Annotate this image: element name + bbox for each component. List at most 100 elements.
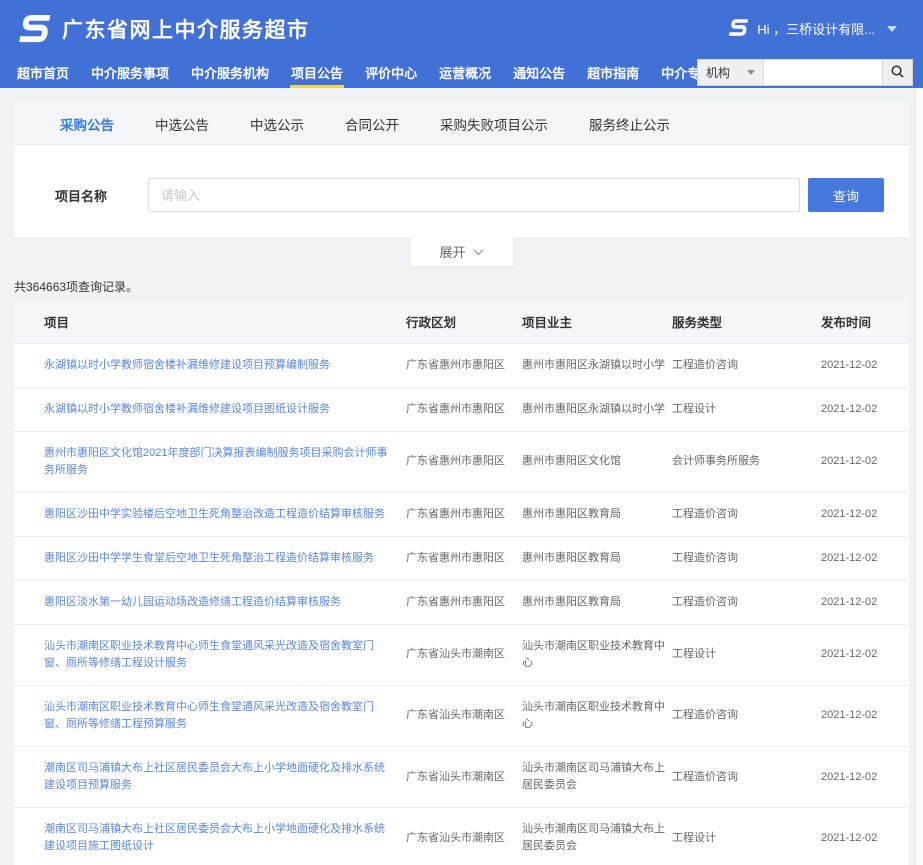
table-row: 惠阳区沙田中学学生食堂后空地卫生死角整治工程造价结算审核服务广东省惠州市惠阳区惠… (14, 536, 909, 580)
cell-region: 广东省惠州市惠阳区 (406, 580, 522, 624)
project-link[interactable]: 惠阳区淡水第一幼儿园运动场改造修缮工程造价结算审核服务 (44, 596, 341, 608)
tab-1[interactable]: 采购公告 (60, 114, 114, 134)
column-header-owner: 项目业主 (522, 301, 672, 343)
tab-5[interactable]: 采购失败项目公示 (440, 114, 548, 134)
nav-item-3[interactable]: 中介服务机构 (180, 57, 280, 88)
project-link[interactable]: 潮南区司马浦镇大布上社区居民委员会大布上小学地面硬化及排水系统建设项目施工图纸设… (44, 823, 385, 852)
project-name-label: 项目名称 (55, 186, 148, 205)
org-search-button[interactable] (882, 60, 912, 85)
table-row: 永湖镇以时小学教师宿舍楼补漏维修建设项目图纸设计服务广东省惠州市惠阳区惠州市惠阳… (14, 387, 909, 431)
cell-owner: 汕头市潮南区司马浦镇大布上居民委员会 (522, 808, 672, 865)
cell-type: 工程造价咨询 (672, 747, 821, 808)
cell-type: 工程设计 (672, 808, 821, 865)
cell-project: 汕头市潮南区职业技术教育中心师生食堂通风采光改造及宿舍教室门窗、厕所等修缮工程设… (14, 624, 406, 685)
cell-region: 广东省汕头市潮南区 (406, 808, 522, 865)
table-row: 潮南区司马浦镇大布上社区居民委员会大布上小学地面硬化及排水系统建设项目施工图纸设… (14, 808, 909, 865)
query-button[interactable]: 查询 (808, 178, 884, 212)
results-summary: 共364663项查询记录。 (14, 278, 909, 295)
announcement-tabs: 采购公告 中选公告 中选公示 合同公开 采购失败项目公示 服务终止公示 (14, 103, 909, 145)
table-row: 惠阳区淡水第一幼儿园运动场改造修缮工程造价结算审核服务 广东省惠州市惠阳区惠州市惠… (14, 580, 909, 624)
column-header-project: 项目 (14, 301, 406, 343)
project-link[interactable]: 永湖镇以时小学教师宿舍楼补漏维修建设项目图纸设计服务 (44, 403, 330, 415)
search-category-value: 机构 (706, 64, 730, 81)
tab-3[interactable]: 中选公示 (250, 114, 304, 134)
nav-item-8[interactable]: 超市指南 (576, 57, 650, 88)
table-row: 潮南区司马浦镇大布上社区居民委员会大布上小学地面硬化及排水系统建设项目预算服务广… (14, 747, 909, 808)
scrollbar[interactable] (915, 88, 923, 865)
chevron-down-icon (473, 244, 484, 259)
cell-owner: 惠州市惠阳区永湖镇以时小学 (522, 343, 672, 387)
nav-item-6[interactable]: 运营概况 (428, 57, 502, 88)
cell-type: 会计师事务所服务 (672, 431, 821, 492)
tab-2[interactable]: 中选公告 (155, 114, 209, 134)
expand-button[interactable]: 展开 (410, 237, 514, 267)
cell-region: 广东省汕头市潮南区 (406, 747, 522, 808)
cell-region: 广东省汕头市潮南区 (406, 624, 522, 685)
user-menu[interactable]: Hi ，三桥设计有限... (727, 0, 897, 57)
project-link[interactable]: 惠阳区沙田中学学生食堂后空地卫生死角整治工程造价结算审核服务 (44, 552, 374, 564)
column-header-region: 行政区划 (406, 301, 522, 343)
cell-date: 2021-12-02 (821, 431, 909, 492)
site-title: 广东省网上中介服务超市 (62, 14, 310, 44)
project-link[interactable]: 惠阳区沙田中学实验楼后空地卫生死角整治改造工程造价结算审核服务 (44, 508, 385, 520)
nav-item-4[interactable]: 项目公告 (280, 57, 354, 88)
cell-project: 汕头市潮南区职业技术教育中心师生食堂通风采光改造及宿舍教室门窗、厕所等修缮工程预… (14, 685, 406, 746)
cell-date: 2021-12-02 (821, 343, 909, 387)
cell-date: 2021-12-02 (821, 685, 909, 746)
project-name-input[interactable] (148, 178, 800, 212)
results-card: 项目 行政区划 项目业主 服务类型 发布时间 永湖镇以时小学教师宿舍楼补漏维修建… (14, 301, 909, 865)
main-nav-bar: 超市首页中介服务事项中介服务机构项目公告评价中心运营概况通知公告超市指南中介专属… (0, 57, 923, 88)
table-row: 汕头市潮南区职业技术教育中心师生食堂通风采光改造及宿舍教室门窗、厕所等修缮工程预… (14, 685, 909, 746)
cell-type: 工程造价咨询 (672, 492, 821, 536)
cell-owner: 汕头市潮南区职业技术教育中心 (522, 685, 672, 746)
expand-label: 展开 (439, 242, 465, 261)
cell-owner: 惠州市惠阳区文化馆 (522, 431, 672, 492)
project-link[interactable]: 潮南区司马浦镇大布上社区居民委员会大布上小学地面硬化及排水系统建设项目预算服务 (44, 762, 385, 791)
tab-6[interactable]: 服务终止公示 (589, 114, 670, 134)
user-logo-icon (727, 18, 749, 40)
cell-project: 潮南区司马浦镇大布上社区居民委员会大布上小学地面硬化及排水系统建设项目预算服务 (14, 747, 406, 808)
top-header: 广东省网上中介服务超市 Hi ，三桥设计有限... (0, 0, 923, 57)
cell-project: 惠阳区沙田中学实验楼后空地卫生死角整治改造工程造价结算审核服务 (14, 492, 406, 536)
cell-region: 广东省汕头市潮南区 (406, 685, 522, 746)
cell-owner: 惠州市惠阳区教育局 (522, 492, 672, 536)
site-brand[interactable]: 广东省网上中介服务超市 (16, 13, 310, 44)
cell-region: 广东省惠州市惠阳区 (406, 431, 522, 492)
results-table: 项目 行政区划 项目业主 服务类型 发布时间 永湖镇以时小学教师宿舍楼补漏维修建… (14, 301, 909, 865)
filter-row: 项目名称 查询 (14, 145, 909, 237)
nav-item-7[interactable]: 通知公告 (502, 57, 576, 88)
column-header-type: 服务类型 (672, 301, 821, 343)
table-row: 汕头市潮南区职业技术教育中心师生食堂通风采光改造及宿舍教室门窗、厕所等修缮工程设… (14, 624, 909, 685)
cell-project: 永湖镇以时小学教师宿舍楼补漏维修建设项目图纸设计服务 (14, 387, 406, 431)
cell-date: 2021-12-02 (821, 536, 909, 580)
cell-region: 广东省惠州市惠阳区 (406, 343, 522, 387)
project-link[interactable]: 惠州市惠阳区文化馆2021年度部门决算报表编制服务项目采购会计师事务所服务 (44, 447, 387, 476)
expand-wrap: 展开 (14, 237, 909, 267)
cell-date: 2021-12-02 (821, 580, 909, 624)
cell-owner: 汕头市潮南区职业技术教育中心 (522, 624, 672, 685)
cell-date: 2021-12-02 (821, 747, 909, 808)
cell-date: 2021-12-02 (821, 624, 909, 685)
column-header-date: 发布时间 (821, 301, 909, 343)
project-link[interactable]: 永湖镇以时小学教师宿舍楼补漏维修建设项目预算编制服务 (44, 359, 330, 371)
cell-type: 工程设计 (672, 624, 821, 685)
table-header-row: 项目 行政区划 项目业主 服务类型 发布时间 (14, 301, 909, 343)
org-search-input[interactable] (764, 60, 882, 85)
nav-item-2[interactable]: 中介服务事项 (80, 57, 180, 88)
cell-project: 惠阳区沙田中学学生食堂后空地卫生死角整治工程造价结算审核服务 (14, 536, 406, 580)
search-category-select[interactable]: 机构 (698, 60, 764, 85)
table-row: 惠阳区沙田中学实验楼后空地卫生死角整治改造工程造价结算审核服务广东省惠州市惠阳区… (14, 492, 909, 536)
cell-owner: 惠州市惠阳区教育局 (522, 580, 672, 624)
user-greeting: Hi ，三桥设计有限... (757, 19, 875, 38)
project-link[interactable]: 汕头市潮南区职业技术教育中心师生食堂通风采光改造及宿舍教室门窗、厕所等修缮工程预… (44, 701, 374, 730)
nav-item-5[interactable]: 评价中心 (354, 57, 428, 88)
cell-project: 惠州市惠阳区文化馆2021年度部门决算报表编制服务项目采购会计师事务所服务 (14, 431, 406, 492)
cell-date: 2021-12-02 (821, 387, 909, 431)
tab-4[interactable]: 合同公开 (345, 114, 399, 134)
cell-region: 广东省惠州市惠阳区 (406, 536, 522, 580)
cell-owner: 惠州市惠阳区永湖镇以时小学 (522, 387, 672, 431)
nav-item-1[interactable]: 超市首页 (6, 57, 80, 88)
cell-type: 工程设计 (672, 387, 821, 431)
cell-type: 工程造价咨询 (672, 685, 821, 746)
project-link[interactable]: 汕头市潮南区职业技术教育中心师生食堂通风采光改造及宿舍教室门窗、厕所等修缮工程设… (44, 640, 374, 669)
